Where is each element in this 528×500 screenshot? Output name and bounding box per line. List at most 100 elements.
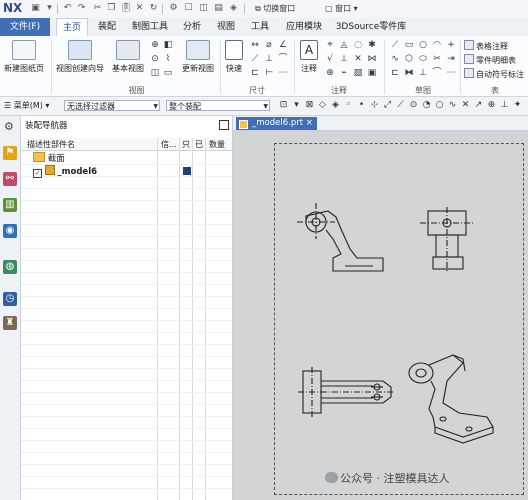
snap-line-icon[interactable]: ⟋ bbox=[395, 100, 406, 111]
paste-icon[interactable]: 📋︎ bbox=[120, 3, 131, 14]
repeat-icon[interactable]: ↻ bbox=[148, 3, 159, 14]
tree-item-section[interactable]: 截面 bbox=[33, 152, 65, 164]
assembly-navigator-icon[interactable]: ⚑ bbox=[3, 146, 17, 160]
switch-window-button[interactable]: ⧉ 切换窗口 bbox=[255, 3, 295, 14]
tab-assembly[interactable]: 装配 bbox=[92, 18, 122, 36]
snap-ray-icon[interactable]: ↗ bbox=[473, 100, 484, 111]
touch-mode-icon[interactable]: ☐ bbox=[183, 3, 194, 14]
tab-analysis[interactable]: 分析 bbox=[178, 18, 206, 36]
quick-dimension-button[interactable]: 快速 bbox=[222, 38, 246, 82]
save-icon[interactable]: ▣ bbox=[30, 3, 41, 14]
checkbox-icon[interactable]: ✓ bbox=[33, 169, 42, 178]
web-browser-icon[interactable]: ◍ bbox=[3, 260, 17, 274]
table-note-button[interactable]: 表格注释 bbox=[464, 40, 508, 52]
snap-more-icon[interactable]: ✦ bbox=[512, 100, 523, 111]
snap-tangent-icon[interactable]: ○ bbox=[434, 100, 445, 111]
datum-feature-icon[interactable]: ◬ bbox=[339, 40, 349, 50]
angular-dimension-icon[interactable]: ∠ bbox=[278, 40, 288, 50]
column-info[interactable]: 信... bbox=[161, 139, 177, 150]
history-icon[interactable]: ◷ bbox=[3, 292, 17, 306]
command-icon[interactable]: ⚙ bbox=[168, 3, 179, 14]
sketch-point-icon[interactable]: + bbox=[446, 40, 456, 50]
select-point-icon[interactable]: • bbox=[356, 100, 367, 111]
note-button[interactable]: A 注释 bbox=[296, 38, 322, 82]
sketch-polygon-icon[interactable]: ⬡ bbox=[404, 54, 414, 64]
surface-finish-icon[interactable]: √ bbox=[325, 54, 335, 64]
copy-icon[interactable]: ❐ bbox=[106, 3, 117, 14]
symbol-icon[interactable]: ✱ bbox=[367, 40, 377, 50]
column-readonly[interactable]: 只 bbox=[182, 139, 190, 150]
snap-endpoint-icon[interactable]: ⊹ bbox=[369, 100, 380, 111]
sketch-extend-icon[interactable]: ⇥ bbox=[446, 54, 456, 64]
snap-existing-icon[interactable]: ⊕ bbox=[486, 100, 497, 111]
column-quantity[interactable]: 数量 bbox=[209, 139, 225, 150]
sketch-trim-icon[interactable]: ✂ bbox=[432, 54, 442, 64]
tool-icon[interactable]: ◫ bbox=[198, 3, 209, 14]
general-selection-icon[interactable]: ⊡ bbox=[278, 100, 289, 111]
centerline-icon[interactable]: ⌁ bbox=[339, 68, 349, 78]
column-modified[interactable]: 已 bbox=[195, 139, 203, 150]
linear-dimension-icon[interactable]: ↔ bbox=[250, 40, 260, 50]
part-navigator-icon[interactable]: ▥ bbox=[3, 198, 17, 212]
tab-file[interactable]: 文件(F) bbox=[0, 18, 50, 36]
sketch-circle-icon[interactable]: ○ bbox=[418, 40, 428, 50]
tree-item-model6[interactable]: ✓ _model6 bbox=[33, 165, 97, 178]
more-dimension-icon[interactable]: ⋯ bbox=[278, 68, 288, 78]
radial-dimension-icon[interactable]: ⌀ bbox=[264, 40, 274, 50]
perimeter-dimension-icon[interactable]: ⊏ bbox=[250, 68, 260, 78]
intersection-symbol-icon[interactable]: ⋈ bbox=[367, 54, 377, 64]
sketch-fillet-icon[interactable]: ⌒ bbox=[432, 68, 442, 78]
view-bound-icon[interactable]: ▭ bbox=[163, 68, 173, 78]
parts-list-button[interactable]: 零件明细表 bbox=[464, 54, 516, 66]
tab-tools[interactable]: 工具 bbox=[246, 18, 274, 36]
tab-3dsource[interactable]: 3DSource零件库 bbox=[334, 18, 408, 36]
cut-icon[interactable]: ✂ bbox=[92, 3, 103, 14]
feature-control-frame-icon[interactable]: ⌖ bbox=[325, 40, 335, 50]
tab-home[interactable]: 主页 bbox=[56, 18, 88, 37]
system-materials-icon[interactable]: ♜ bbox=[3, 316, 17, 330]
snap-perp-icon[interactable]: ⊥ bbox=[499, 100, 510, 111]
close-icon[interactable] bbox=[219, 120, 229, 130]
sketch-arc-icon[interactable]: ◠ bbox=[432, 40, 442, 50]
select-feature-icon[interactable]: ◇ bbox=[317, 100, 328, 111]
sketch-spline-icon[interactable]: ∿ bbox=[390, 54, 400, 64]
redo-icon[interactable]: ↷ bbox=[76, 3, 87, 14]
ordinate-dimension-icon[interactable]: ⊢ bbox=[264, 68, 274, 78]
select-all-icon[interactable]: ▾ bbox=[291, 100, 302, 111]
weld-symbol-icon[interactable]: ⟂ bbox=[339, 54, 349, 64]
sketch-mirror-icon[interactable]: ⧓ bbox=[404, 68, 414, 78]
close-icon[interactable]: × bbox=[306, 118, 313, 128]
sketch-ellipse-icon[interactable]: ⬭ bbox=[418, 54, 428, 64]
sketch-constraint-icon[interactable]: ⊥ bbox=[418, 68, 428, 78]
view-icon[interactable]: ◈ bbox=[228, 3, 239, 14]
chamfer-dimension-icon[interactable]: ⟋ bbox=[250, 54, 260, 64]
sketch-offset-icon[interactable]: ⊏ bbox=[390, 68, 400, 78]
detail-view-icon[interactable]: ⊙ bbox=[150, 54, 160, 64]
snap-intersection-icon[interactable]: ✕ bbox=[460, 100, 471, 111]
reuse-library-icon[interactable]: ◉ bbox=[3, 224, 17, 238]
break-view-icon[interactable]: ⌇ bbox=[163, 54, 173, 64]
delete-icon[interactable]: ✕ bbox=[134, 3, 145, 14]
tab-model6-prt[interactable]: _model6.prt × bbox=[236, 117, 317, 130]
snap-quadrant-icon[interactable]: ◔ bbox=[421, 100, 432, 111]
new-sheet-button[interactable]: 新建图纸页 bbox=[2, 38, 46, 82]
graphics-window[interactable] bbox=[233, 131, 528, 500]
deselect-icon[interactable]: ⊠ bbox=[304, 100, 315, 111]
sketch-line-icon[interactable]: ⟋ bbox=[390, 40, 400, 50]
column-name[interactable]: 描述性部件名 bbox=[27, 139, 75, 150]
settings-gear-icon[interactable]: ⚙ bbox=[4, 120, 14, 133]
tab-application[interactable]: 应用模块 bbox=[280, 18, 328, 36]
selection-filter-dropdown[interactable]: 无选择过滤器 ▼ bbox=[64, 100, 160, 111]
snap-center-icon[interactable]: ⊙ bbox=[408, 100, 419, 111]
auto-symbol-button[interactable]: 自动符号标注 bbox=[464, 68, 524, 80]
window-layout-icon[interactable]: ▤ bbox=[213, 3, 224, 14]
sketch-rectangle-icon[interactable]: ▭ bbox=[404, 40, 414, 50]
selection-scope-dropdown[interactable]: 整个装配 ▼ bbox=[166, 100, 270, 111]
hatch-icon[interactable]: ▧ bbox=[353, 68, 363, 78]
undo-icon[interactable]: ↶ bbox=[62, 3, 73, 14]
window-menu-button[interactable]: ▢ 窗口 ▾ bbox=[325, 3, 358, 14]
base-view-button[interactable]: 基本视图 bbox=[108, 38, 148, 82]
menu-button[interactable]: ☰ 菜单(M) ▾ bbox=[4, 100, 49, 111]
tab-drafting-tools[interactable]: 制图工具 bbox=[126, 18, 174, 36]
section-view-icon[interactable]: ◧ bbox=[163, 40, 173, 50]
